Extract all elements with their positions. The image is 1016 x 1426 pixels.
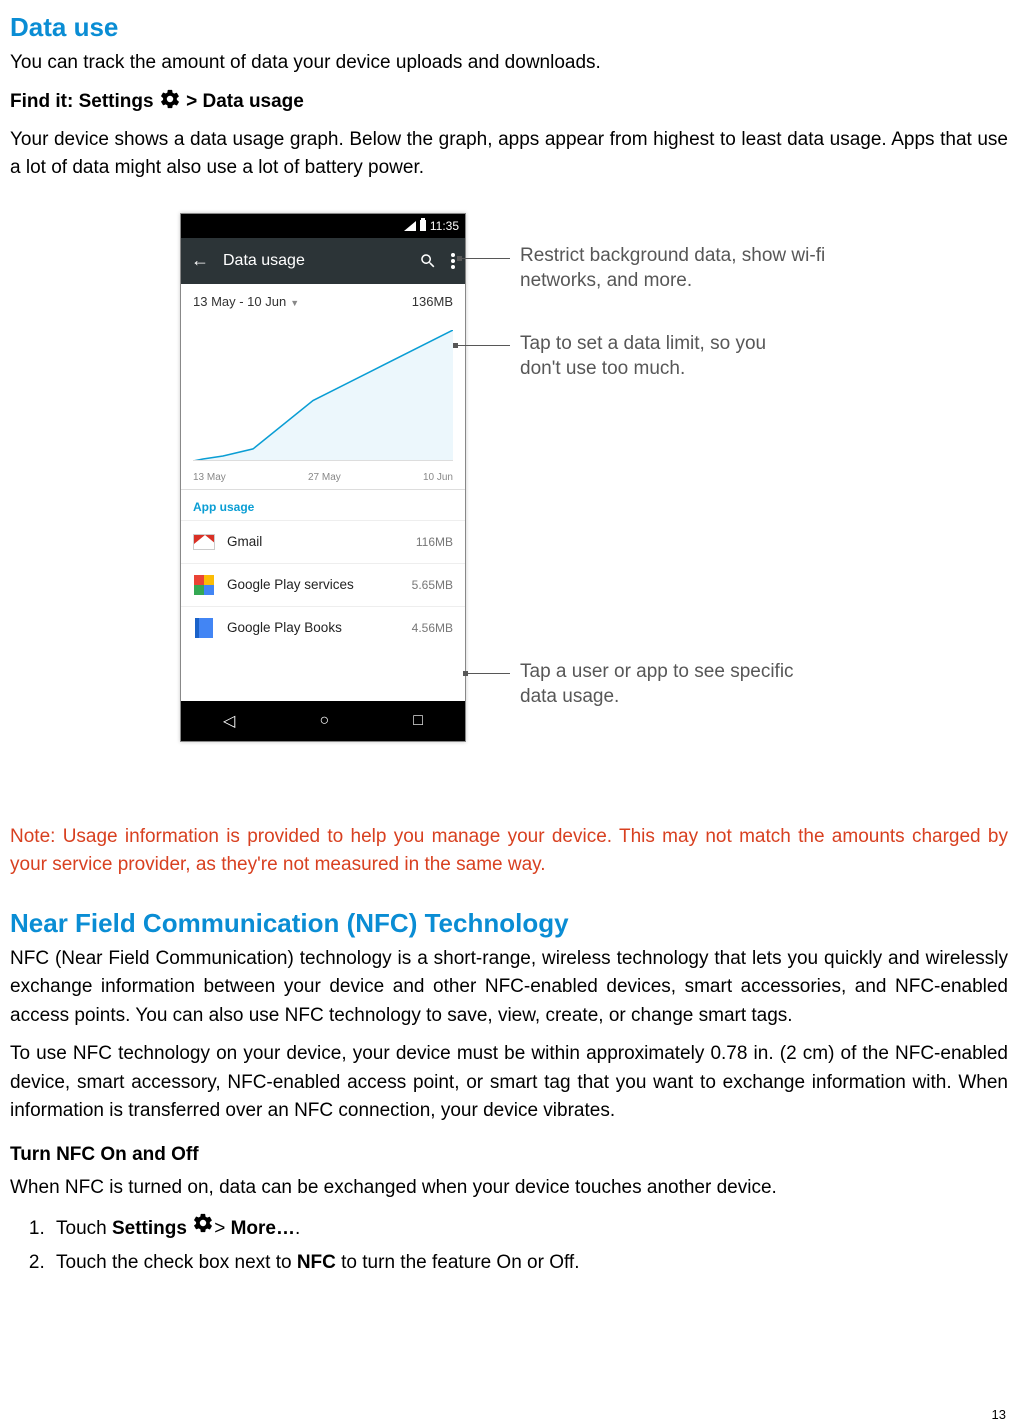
phone-screenshot: 11:35 ← Data usage 13 May - 10 Jun ▼ 136M… xyxy=(180,213,466,742)
status-bar: 11:35 xyxy=(181,214,465,238)
app-value: 116MB xyxy=(416,535,453,549)
nav-bar: ◁ ○ □ xyxy=(181,701,465,741)
nav-home-icon[interactable]: ○ xyxy=(319,712,329,730)
nfc-p2: To use NFC technology on your device, yo… xyxy=(10,1040,1008,1126)
back-icon[interactable]: ← xyxy=(191,250,209,271)
app-value: 5.65MB xyxy=(412,578,453,592)
play-books-icon xyxy=(193,617,215,639)
app-name: Gmail xyxy=(227,534,404,549)
steps-list: Touch Settings > More…. Touch the check … xyxy=(10,1212,1008,1280)
heading-nfc: Near Field Communication (NFC) Technolog… xyxy=(10,908,1008,939)
date-range-row[interactable]: 13 May - 10 Jun ▼ 136MB xyxy=(181,284,465,320)
step-2: Touch the check box next to NFC to turn … xyxy=(50,1246,1008,1280)
step1-d: More… xyxy=(231,1218,295,1239)
nav-back-icon[interactable]: ◁ xyxy=(223,711,235,731)
step1-b: Settings xyxy=(112,1218,192,1239)
play-services-icon xyxy=(193,574,215,596)
callout-line xyxy=(458,258,510,259)
app-name: Google Play services xyxy=(227,577,400,592)
findit-prefix: Find it: Settings xyxy=(10,91,159,112)
app-row-gmail[interactable]: Gmail 116MB xyxy=(181,520,465,563)
app-value: 4.56MB xyxy=(412,621,453,635)
para-graphdesc: Your device shows a data usage graph. Be… xyxy=(10,126,1008,183)
nfc-p1: NFC (Near Field Communication) technolog… xyxy=(10,945,1008,1031)
app-row-play-books[interactable]: Google Play Books 4.56MB xyxy=(181,606,465,649)
app-name: Google Play Books xyxy=(227,620,400,635)
callout-3: Tap a user or app to see specific data u… xyxy=(520,659,800,710)
findit-suffix: > Data usage xyxy=(186,91,304,112)
gear-icon xyxy=(159,88,181,116)
step1-c: > xyxy=(214,1218,230,1239)
date-range: 13 May - 10 Jun xyxy=(193,294,286,309)
heading-data-use: Data use xyxy=(10,12,1008,43)
callout-2: Tap to set a data limit, so you don't us… xyxy=(520,331,810,382)
page-number: 13 xyxy=(992,1407,1006,1422)
step2-c: to turn the feature On or Off. xyxy=(336,1252,580,1273)
nav-recent-icon[interactable]: □ xyxy=(413,712,423,730)
app-row-play-services[interactable]: Google Play services 5.65MB xyxy=(181,563,465,606)
figure: 11:35 ← Data usage 13 May - 10 Jun ▼ 136M… xyxy=(10,213,1008,793)
app-bar: ← Data usage xyxy=(181,238,465,284)
axis-tick: 10 Jun xyxy=(423,472,453,483)
battery-icon xyxy=(420,220,426,231)
search-icon[interactable] xyxy=(419,252,437,270)
total-usage: 136MB xyxy=(412,294,453,309)
callout-1: Restrict background data, show wi-fi net… xyxy=(520,243,850,294)
callout-line xyxy=(454,345,510,346)
nfc-subpara: When NFC is turned on, data can be excha… xyxy=(10,1174,1008,1203)
chart-axis: 13 May 27 May 10 Jun xyxy=(193,472,453,483)
nfc-subheading: Turn NFC On and Off xyxy=(10,1144,1008,1166)
step2-b: NFC xyxy=(297,1252,336,1273)
gear-icon xyxy=(192,1212,214,1246)
note-text: Note: Usage information is provided to h… xyxy=(10,823,1008,880)
callout-line xyxy=(464,673,510,674)
step2-a: Touch the check box next to xyxy=(56,1252,297,1273)
para-intro: You can track the amount of data your de… xyxy=(10,49,1008,78)
usage-chart[interactable]: 13 May 27 May 10 Jun xyxy=(181,320,465,490)
signal-icon xyxy=(404,221,416,231)
axis-tick: 27 May xyxy=(308,472,341,483)
find-it-line: Find it: Settings > Data usage xyxy=(10,88,1008,116)
step1-a: Touch xyxy=(56,1218,112,1239)
status-time: 11:35 xyxy=(430,219,459,233)
app-usage-header: App usage xyxy=(181,490,465,520)
step1-e: . xyxy=(295,1218,300,1239)
chevron-down-icon: ▼ xyxy=(290,298,299,308)
step-1: Touch Settings > More…. xyxy=(50,1212,1008,1246)
more-icon[interactable] xyxy=(451,253,455,269)
appbar-title: Data usage xyxy=(223,252,405,270)
axis-tick: 13 May xyxy=(193,472,226,483)
gmail-icon xyxy=(193,531,215,553)
